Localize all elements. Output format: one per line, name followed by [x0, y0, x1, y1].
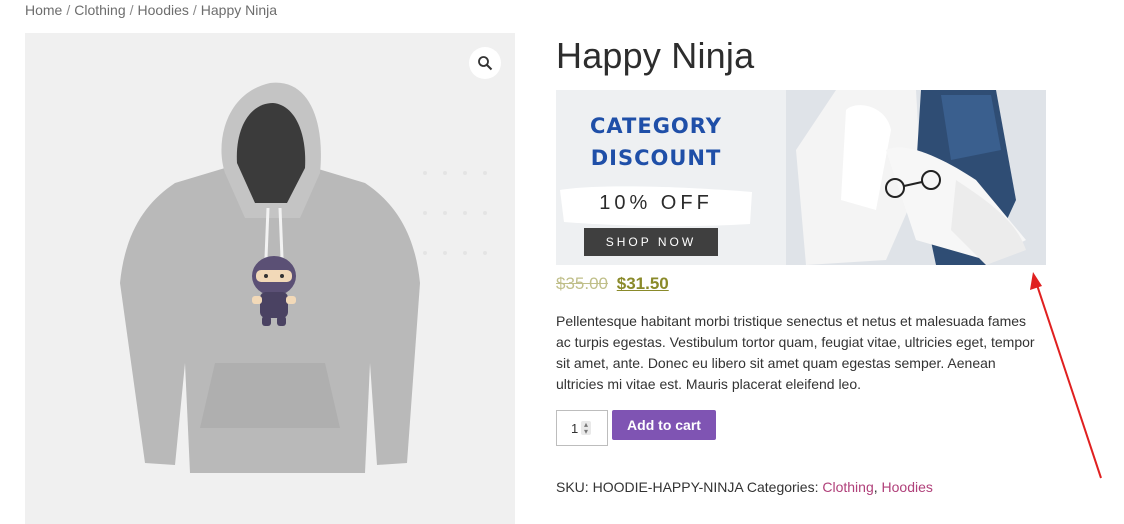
- shop-now-button[interactable]: SHOP NOW: [584, 228, 718, 256]
- product-price: $35.00 $31.50: [556, 274, 669, 294]
- breadcrumb: Home / Clothing / Hoodies / Happy Ninja: [25, 2, 277, 18]
- banner-heading: CATEGORY DISCOUNT: [556, 110, 756, 174]
- banner-heading-line2: DISCOUNT: [590, 146, 722, 170]
- zoom-button[interactable]: [469, 47, 501, 79]
- product-description: Pellentesque habitant morbi tristique se…: [556, 313, 1035, 392]
- sku-label: SKU:: [556, 479, 589, 495]
- breadcrumb-separator: /: [129, 2, 134, 18]
- banner-offer: 10% OFF: [599, 192, 713, 214]
- quantity-input[interactable]: 1 ▴ ▾: [556, 410, 608, 446]
- category-discount-banner[interactable]: CATEGORY DISCOUNT 10% OFF SHOP NOW: [556, 90, 1046, 265]
- category-link-clothing[interactable]: Clothing: [822, 479, 873, 495]
- quantity-stepper-icon[interactable]: ▴ ▾: [581, 421, 591, 436]
- magnifier-icon: [478, 56, 493, 71]
- product-gallery[interactable]: [25, 33, 515, 524]
- product-title: Happy Ninja: [556, 35, 755, 76]
- quantity-value: 1: [571, 420, 579, 436]
- add-to-cart-button[interactable]: Add to cart: [612, 410, 716, 440]
- product-meta: SKU: HOODIE-HAPPY-NINJA Categories: Clot…: [556, 479, 933, 495]
- banner-heading-line1: CATEGORY: [589, 114, 723, 138]
- price-sale: $31.50: [616, 274, 669, 293]
- product-image-hoodie[interactable]: [25, 33, 515, 524]
- category-separator: ,: [873, 479, 878, 495]
- breadcrumb-separator: /: [192, 2, 197, 18]
- sku-value: HOODIE-HAPPY-NINJA: [592, 479, 743, 495]
- breadcrumb-hoodies[interactable]: Hoodies: [138, 2, 189, 18]
- breadcrumb-separator: /: [66, 2, 71, 18]
- breadcrumb-clothing[interactable]: Clothing: [74, 2, 125, 18]
- categories-label: Categories:: [746, 479, 819, 495]
- category-link-hoodies[interactable]: Hoodies: [882, 479, 933, 495]
- breadcrumb-home[interactable]: Home: [25, 2, 62, 18]
- price-original: $35.00: [556, 274, 608, 293]
- breadcrumb-current: Happy Ninja: [200, 2, 278, 18]
